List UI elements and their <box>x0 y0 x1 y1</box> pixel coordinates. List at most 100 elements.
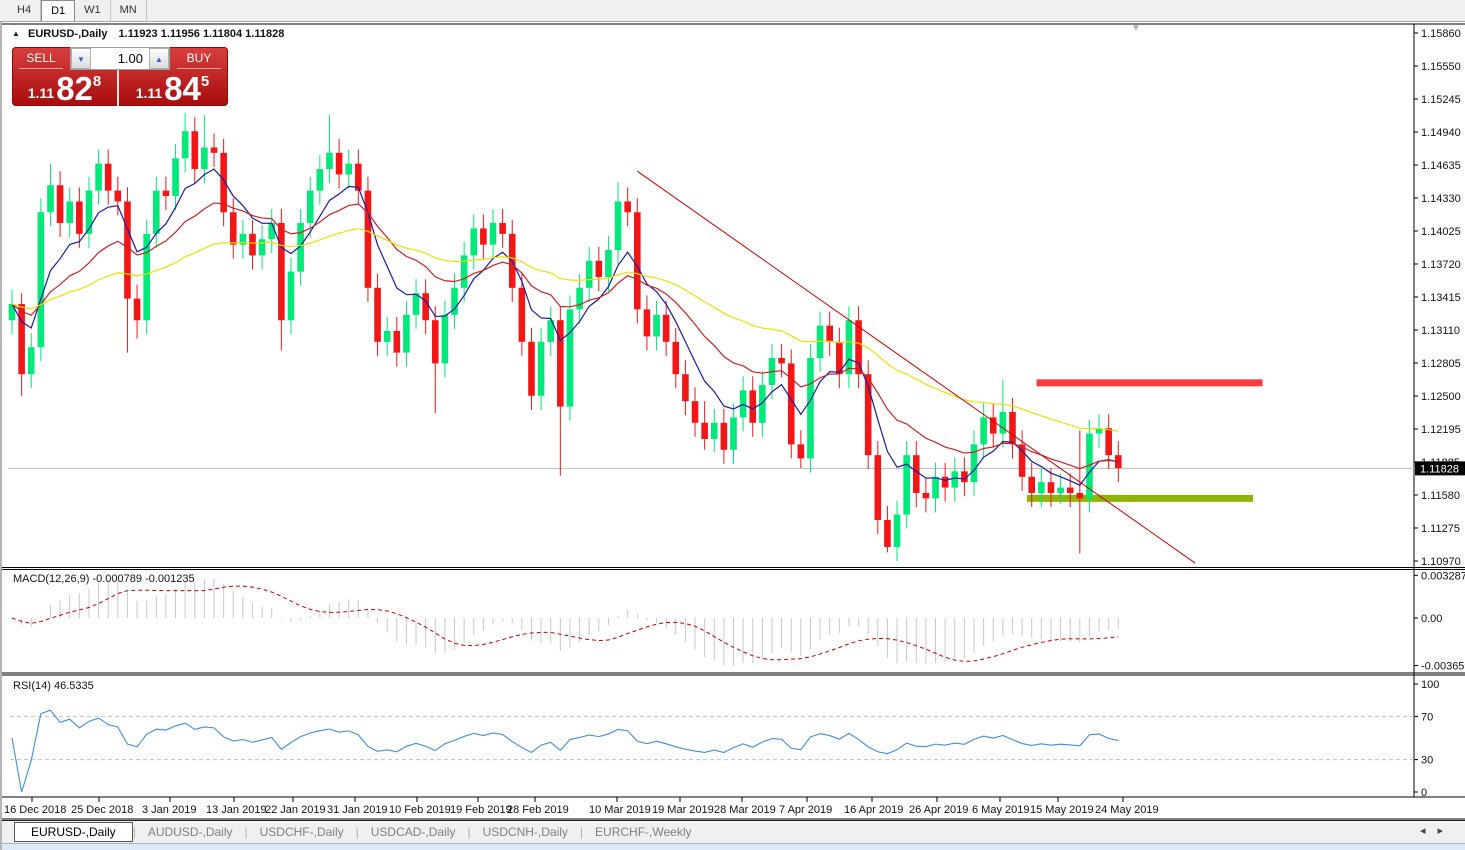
candle-body <box>76 201 83 234</box>
price-tick-label: 1.13110 <box>1421 325 1460 337</box>
date-tick-label: 19 Feb 2019 <box>450 804 512 816</box>
sell-button[interactable]: SELL <box>12 47 70 70</box>
candle-body <box>306 190 314 224</box>
candle-body <box>278 223 285 321</box>
candle-body <box>682 374 689 402</box>
candle-body <box>383 331 391 342</box>
candle-body <box>643 309 651 337</box>
buy-button[interactable]: BUY <box>170 47 228 70</box>
candle-body <box>460 255 468 288</box>
candle-body <box>970 444 978 483</box>
price-tick-label: 1.14940 <box>1421 127 1461 139</box>
current-price-tag-label: 1.11828 <box>1420 463 1459 475</box>
candle-body <box>393 331 401 353</box>
volume-input[interactable]: 1.00 <box>91 48 149 69</box>
candle-body <box>499 223 506 234</box>
candle-body <box>287 271 295 321</box>
candle-body <box>874 455 882 520</box>
candle-body <box>162 190 170 197</box>
price-tick-label: 1.15550 <box>1421 61 1461 73</box>
sell-price-prefix: 1.11 <box>27 85 55 101</box>
candle-body <box>37 212 45 348</box>
price-tick-label: 1.14330 <box>1421 193 1461 205</box>
date-tick-label: 10 Mar 2019 <box>589 804 651 816</box>
candle-body <box>749 390 757 423</box>
ma-slow-line <box>11 228 1119 432</box>
ma-fast-line <box>11 168 1119 486</box>
candle-body <box>528 341 535 396</box>
candle-body <box>585 260 593 288</box>
resistance-level-bar[interactable] <box>1036 379 1263 387</box>
date-tick-label: 7 Apr 2019 <box>779 804 832 816</box>
candle-body <box>153 190 160 234</box>
candle-body <box>605 250 612 278</box>
period-tab-w1[interactable]: W1 <box>75 0 111 21</box>
rsi-tick-label: 70 <box>1421 711 1433 723</box>
macd-tick-label: -0.003659 <box>1421 661 1465 673</box>
chart-tab-eurusd[interactable]: EURUSD-,Daily <box>14 821 133 842</box>
tab-scroll-left-icon[interactable]: ◂ <box>1420 825 1438 837</box>
chart-tab-bar: EURUSD-,Daily | AUDUSD-,Daily | USDCHF-,Dail… <box>2 820 1465 843</box>
candle-body <box>912 455 920 493</box>
period-tab-mn[interactable]: MN <box>111 0 147 21</box>
candle-body <box>422 293 429 321</box>
candle-body <box>1038 482 1045 493</box>
candle-body <box>249 233 256 256</box>
chart-tab-audusd[interactable]: AUDUSD-,Daily <box>136 823 245 841</box>
candle-body <box>104 163 112 191</box>
candle-body <box>268 223 276 240</box>
date-tick-label: 28 Mar 2019 <box>714 804 776 816</box>
period-tab-bar: H4 D1 W1 MN <box>0 0 1465 22</box>
macd-signal-line <box>11 585 1119 662</box>
date-tick-label: 25 Dec 2018 <box>71 804 133 816</box>
candle-body <box>114 190 122 202</box>
candle-body <box>133 298 141 321</box>
sell-button-label: SELL <box>26 51 56 65</box>
chart-tab-usdchf[interactable]: USDCHF-,Daily <box>248 823 356 841</box>
volume-increase-button[interactable]: ▲ <box>149 48 169 69</box>
price-tick-label: 1.12195 <box>1421 424 1461 436</box>
collapse-panel-arrow[interactable]: ▲ <box>12 29 20 38</box>
candle-body <box>316 169 324 191</box>
period-tab-h4[interactable]: H4 <box>8 0 42 21</box>
candle-body <box>229 212 237 245</box>
volume-decrease-button[interactable]: ▼ <box>71 48 91 69</box>
chart-ohlc-values: 1.11923 1.11956 1.11804 1.11828 <box>118 28 285 40</box>
buy-price-button[interactable]: 1.11 84 5 <box>119 70 226 106</box>
date-tick-label: 16 Dec 2018 <box>4 804 66 816</box>
sell-price-button[interactable]: 1.11 82 8 <box>12 70 119 106</box>
candle-body <box>941 476 949 488</box>
candle-body <box>653 314 660 337</box>
period-tab-d1[interactable]: D1 <box>41 0 76 21</box>
chart-shift-marker-icon[interactable]: ▼ <box>1131 23 1141 34</box>
date-tick-label: 28 Feb 2019 <box>507 804 569 816</box>
candle-body <box>201 147 208 170</box>
candle-body <box>441 314 449 364</box>
candle-body <box>95 163 102 191</box>
candle-body <box>807 358 814 459</box>
date-tick-label: 16 Apr 2019 <box>844 804 903 816</box>
candle-body <box>980 417 987 445</box>
candle-body <box>56 185 64 224</box>
candle-body <box>66 201 74 224</box>
price-tick-label: 1.15245 <box>1421 94 1461 106</box>
date-tick-label: 3 Jan 2019 <box>142 804 196 816</box>
chart-tab-eurchf[interactable]: EURCHF-,Weekly <box>583 823 703 841</box>
candle-body <box>18 304 25 375</box>
candle-body <box>845 320 853 375</box>
price-tick-label: 1.13415 <box>1421 292 1461 304</box>
candle-body <box>27 347 35 375</box>
price-tick-label: 1.11580 <box>1421 490 1460 502</box>
chart-tab-usdcad[interactable]: USDCAD-,Daily <box>359 823 468 841</box>
tab-scroll-right-icon[interactable]: ▸ <box>1437 825 1455 837</box>
buy-price-pip: 5 <box>200 73 210 90</box>
date-tick-label: 10 Feb 2019 <box>389 804 451 816</box>
candle-body <box>951 471 959 488</box>
price-tick-label: 1.12500 <box>1421 391 1461 403</box>
candle-body <box>826 325 833 342</box>
candle-body <box>932 476 939 499</box>
chart-canvas[interactable]: 1.15860 1.15550 1.15245 1.14940 1.14635 1.143… <box>2 22 1465 820</box>
chart-tab-usdcnh[interactable]: USDCNH-,Daily <box>471 823 580 841</box>
date-tick-label: 22 Jan 2019 <box>265 804 326 816</box>
candle-body <box>730 417 737 450</box>
